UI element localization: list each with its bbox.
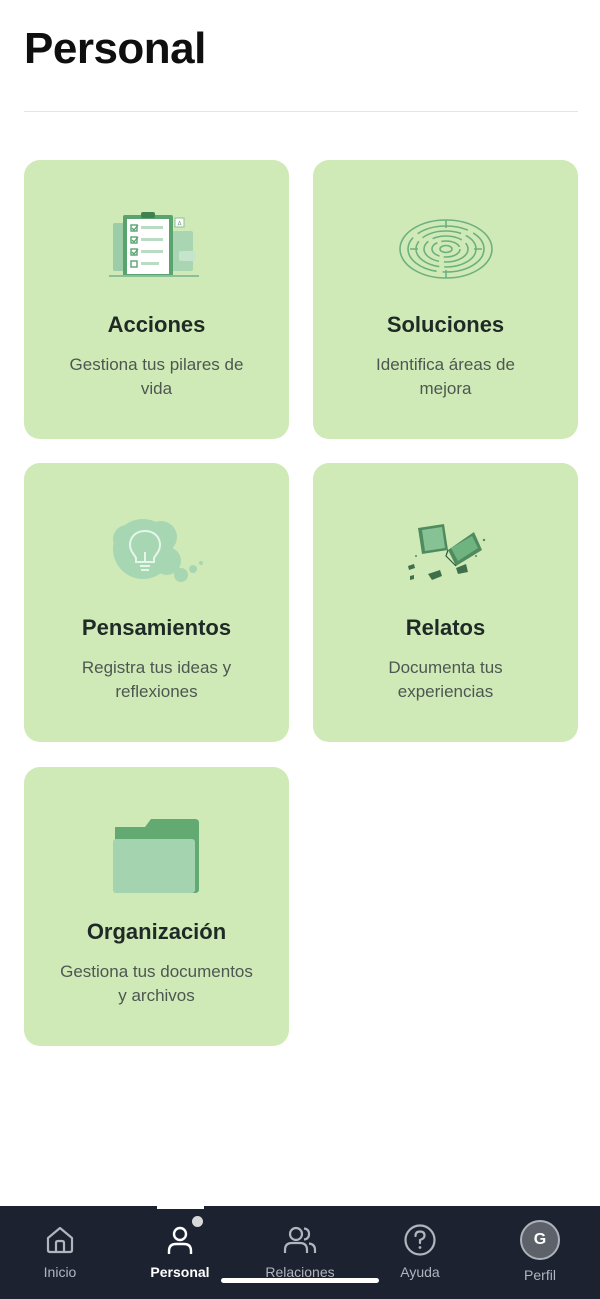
card-title: Acciones (107, 312, 206, 337)
card-acciones[interactable]: A Acciones Gestiona tus pilares de vida (24, 160, 289, 439)
home-indicator (221, 1278, 379, 1283)
folder-icon (24, 811, 289, 901)
people-icon (280, 1220, 320, 1260)
avatar-icon: G (520, 1220, 560, 1260)
card-soluciones[interactable]: Soluciones Identifica áreas de mejora (313, 160, 578, 439)
lightbulb-icon (24, 507, 289, 597)
page-title: Personal (24, 24, 206, 73)
help-icon (400, 1220, 440, 1260)
nav-item-relaciones[interactable]: Relaciones (240, 1206, 360, 1299)
nav-item-personal[interactable]: Personal (120, 1206, 240, 1299)
nav-item-inicio[interactable]: Inicio (0, 1206, 120, 1299)
bottom-navigation: Inicio Personal Relaciones Ayuda G Perfi… (0, 1206, 600, 1299)
card-title: Relatos (405, 615, 486, 640)
card-description: Identifica áreas de mejora (376, 355, 515, 398)
book-icon (313, 507, 578, 597)
card-description: Documenta tus experiencias (388, 658, 503, 701)
card-pensamientos[interactable]: Pensamientos Registra tus ideas y reflex… (24, 463, 289, 742)
nav-item-perfil[interactable]: G Perfil (480, 1206, 600, 1299)
checklist-icon: A (24, 204, 289, 294)
nav-item-ayuda[interactable]: Ayuda (360, 1206, 480, 1299)
card-title: Soluciones (386, 312, 505, 337)
card-relatos[interactable]: Relatos Documenta tus experiencias (313, 463, 578, 742)
card-description: Registra tus ideas y reflexiones (81, 658, 232, 701)
card-title: Organización (86, 919, 227, 944)
card-description: Gestiona tus pilares de vida (69, 355, 244, 398)
card-description: Gestiona tus documentos y archivos (60, 962, 253, 1005)
maze-icon (313, 204, 578, 294)
card-organizacion[interactable]: Organización Gestiona tus documentos y a… (24, 767, 289, 1046)
nav-label: Perfil (524, 1267, 556, 1283)
active-tab-indicator (157, 1206, 204, 1209)
home-icon (40, 1220, 80, 1260)
card-title: Pensamientos (81, 615, 232, 640)
avatar: G (520, 1220, 560, 1260)
notification-dot (192, 1216, 203, 1227)
nav-label: Inicio (43, 1264, 77, 1280)
personal-screen: Personal A Acciones Gestiona tus pilares… (0, 0, 600, 1299)
header-divider (24, 111, 578, 112)
